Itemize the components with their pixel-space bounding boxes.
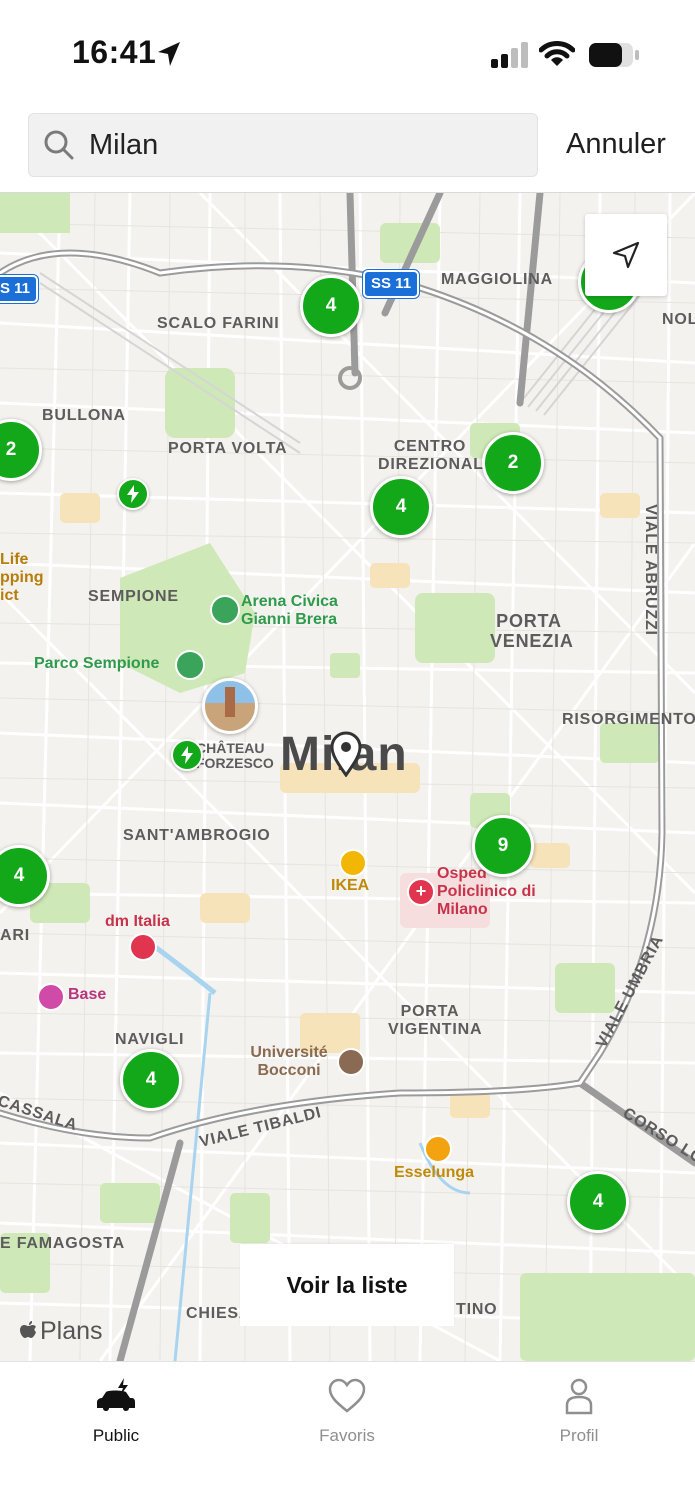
tab-public-label: Public [92, 1426, 140, 1445]
search-bar: Annuler [0, 100, 695, 193]
park-tree-icon[interactable] [175, 650, 205, 680]
district-label-porta-venezia: PORTA VENEZIA [490, 611, 574, 651]
district-label-risorgimento: RISORGIMENTO [562, 711, 695, 728]
search-field[interactable] [28, 113, 538, 177]
street-label-viale-abruzzi: VIALE ABRUZZI [641, 504, 659, 636]
lightning-icon [181, 746, 193, 764]
district-label-navigli: NAVIGLI [115, 1031, 185, 1048]
highway-shield-ss11: SS 11 [363, 270, 420, 298]
poi-label-life-shopping: Life pping ict [0, 551, 44, 604]
wifi-icon [539, 41, 575, 66]
status-time: 16:41 [72, 34, 157, 70]
lightning-icon [127, 485, 139, 503]
street-label-famagosta: E FAMAGOSTA [0, 1235, 125, 1252]
cellular-signal-icon [491, 42, 528, 68]
district-label-ari: ARI [0, 927, 30, 944]
district-label-bullona: BULLONA [42, 407, 126, 424]
station-cluster[interactable]: 4 [567, 1171, 629, 1233]
charging-station-marker[interactable] [171, 739, 203, 771]
district-label-sant-ambrogio: SANT'AMBROGIO [123, 827, 271, 844]
tab-bar: Public Favoris Profil [0, 1361, 695, 1505]
apple-logo-icon [20, 1321, 36, 1338]
shop-icon-base[interactable] [37, 983, 65, 1011]
store-icon-ikea[interactable] [339, 849, 367, 877]
cancel-button[interactable]: Annuler [566, 128, 666, 161]
tab-favoris[interactable]: Favoris [267, 1372, 427, 1462]
castle-photo-icon[interactable] [202, 678, 258, 734]
maps-attribution-text: Plans [40, 1317, 103, 1345]
poi-label-base[interactable]: Base [68, 986, 106, 1004]
district-label-tino: TINO [456, 1301, 498, 1318]
poi-label-arena[interactable]: Arena Civica Gianni Brera [241, 593, 361, 629]
station-cluster[interactable]: 4 [370, 476, 432, 538]
battery-icon [589, 43, 639, 67]
station-cluster[interactable]: 4 [300, 275, 362, 337]
station-cluster[interactable]: 9 [472, 815, 534, 877]
district-label-centro-direzionale: CENTRO DIREZIONALE [378, 438, 496, 473]
poi-label-parco-sempione[interactable]: Parco Sempione [34, 655, 159, 673]
university-icon[interactable] [337, 1048, 365, 1076]
district-label-nolo: NOLO [662, 311, 695, 328]
poi-label-chateau: CHÂTEAU FORZESCO [196, 740, 274, 771]
locate-me-button[interactable] [585, 214, 667, 296]
highway-shield-s11: S 11 [0, 275, 39, 303]
pharmacy-icon[interactable] [129, 933, 157, 961]
tab-public[interactable]: Public [36, 1372, 196, 1462]
maps-attribution: Plans [18, 1317, 103, 1346]
district-label-maggiolina: MAGGIOLINA [441, 271, 553, 288]
tab-favoris-label: Favoris [319, 1426, 375, 1445]
poi-label-bocconi[interactable]: Université Bocconi [246, 1044, 332, 1080]
view-list-button[interactable]: Voir la liste [240, 1244, 454, 1326]
car-charger-icon [97, 1378, 135, 1411]
heart-icon [328, 1378, 366, 1413]
poi-label-esselunga[interactable]: Esselunga [394, 1164, 474, 1182]
location-arrow-icon [158, 42, 180, 66]
station-cluster[interactable]: 4 [120, 1049, 182, 1111]
search-input[interactable] [89, 128, 509, 162]
status-bar: 16:41 [0, 0, 695, 100]
tab-profil[interactable]: Profil [499, 1372, 659, 1462]
hospital-icon[interactable]: + [407, 878, 435, 906]
district-label-sempione: SEMPIONE [88, 588, 179, 605]
district-label-porta-vigentina: PORTA VIGENTINA [388, 1003, 483, 1038]
poi-label-dm-italia[interactable]: dm Italia [105, 913, 170, 931]
navigation-arrow-icon [612, 241, 640, 269]
poi-label-ikea[interactable]: IKEA [331, 877, 369, 895]
tab-profil-label: Profil [559, 1426, 599, 1445]
district-label-scalo-farini: SCALO FARINI [157, 315, 280, 332]
supermarket-icon[interactable] [424, 1135, 452, 1163]
map-pin-icon[interactable] [330, 731, 362, 777]
person-icon [565, 1378, 593, 1415]
search-icon [44, 130, 74, 160]
district-label-porta-volta: PORTA VOLTA [168, 440, 288, 457]
charging-station-marker[interactable] [117, 478, 149, 510]
stadium-icon[interactable] [210, 595, 240, 625]
map-view[interactable]: SS 11 S 11 MAGGIOLINA SCALO FARINI NOLO … [0, 193, 695, 1361]
station-cluster[interactable]: 2 [482, 432, 544, 494]
